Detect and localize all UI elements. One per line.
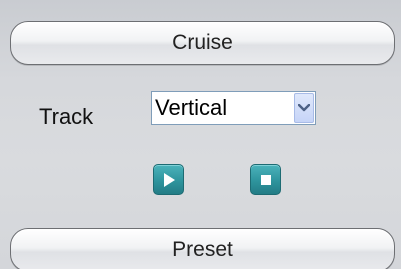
stop-icon <box>260 174 271 185</box>
track-label: Track <box>39 104 94 129</box>
cruise-panel: Cruise Track Vertical Preset <box>0 0 401 269</box>
cruise-button[interactable]: Cruise <box>10 21 395 65</box>
cruise-button-label: Cruise <box>172 31 233 54</box>
chevron-down-icon[interactable] <box>294 93 314 123</box>
play-button[interactable] <box>153 164 184 195</box>
track-select[interactable]: Vertical <box>151 91 316 125</box>
stop-button[interactable] <box>250 164 281 195</box>
preset-button[interactable]: Preset <box>10 228 395 269</box>
play-icon <box>163 172 175 187</box>
preset-button-label: Preset <box>172 238 233 261</box>
track-select-value: Vertical <box>155 95 228 120</box>
